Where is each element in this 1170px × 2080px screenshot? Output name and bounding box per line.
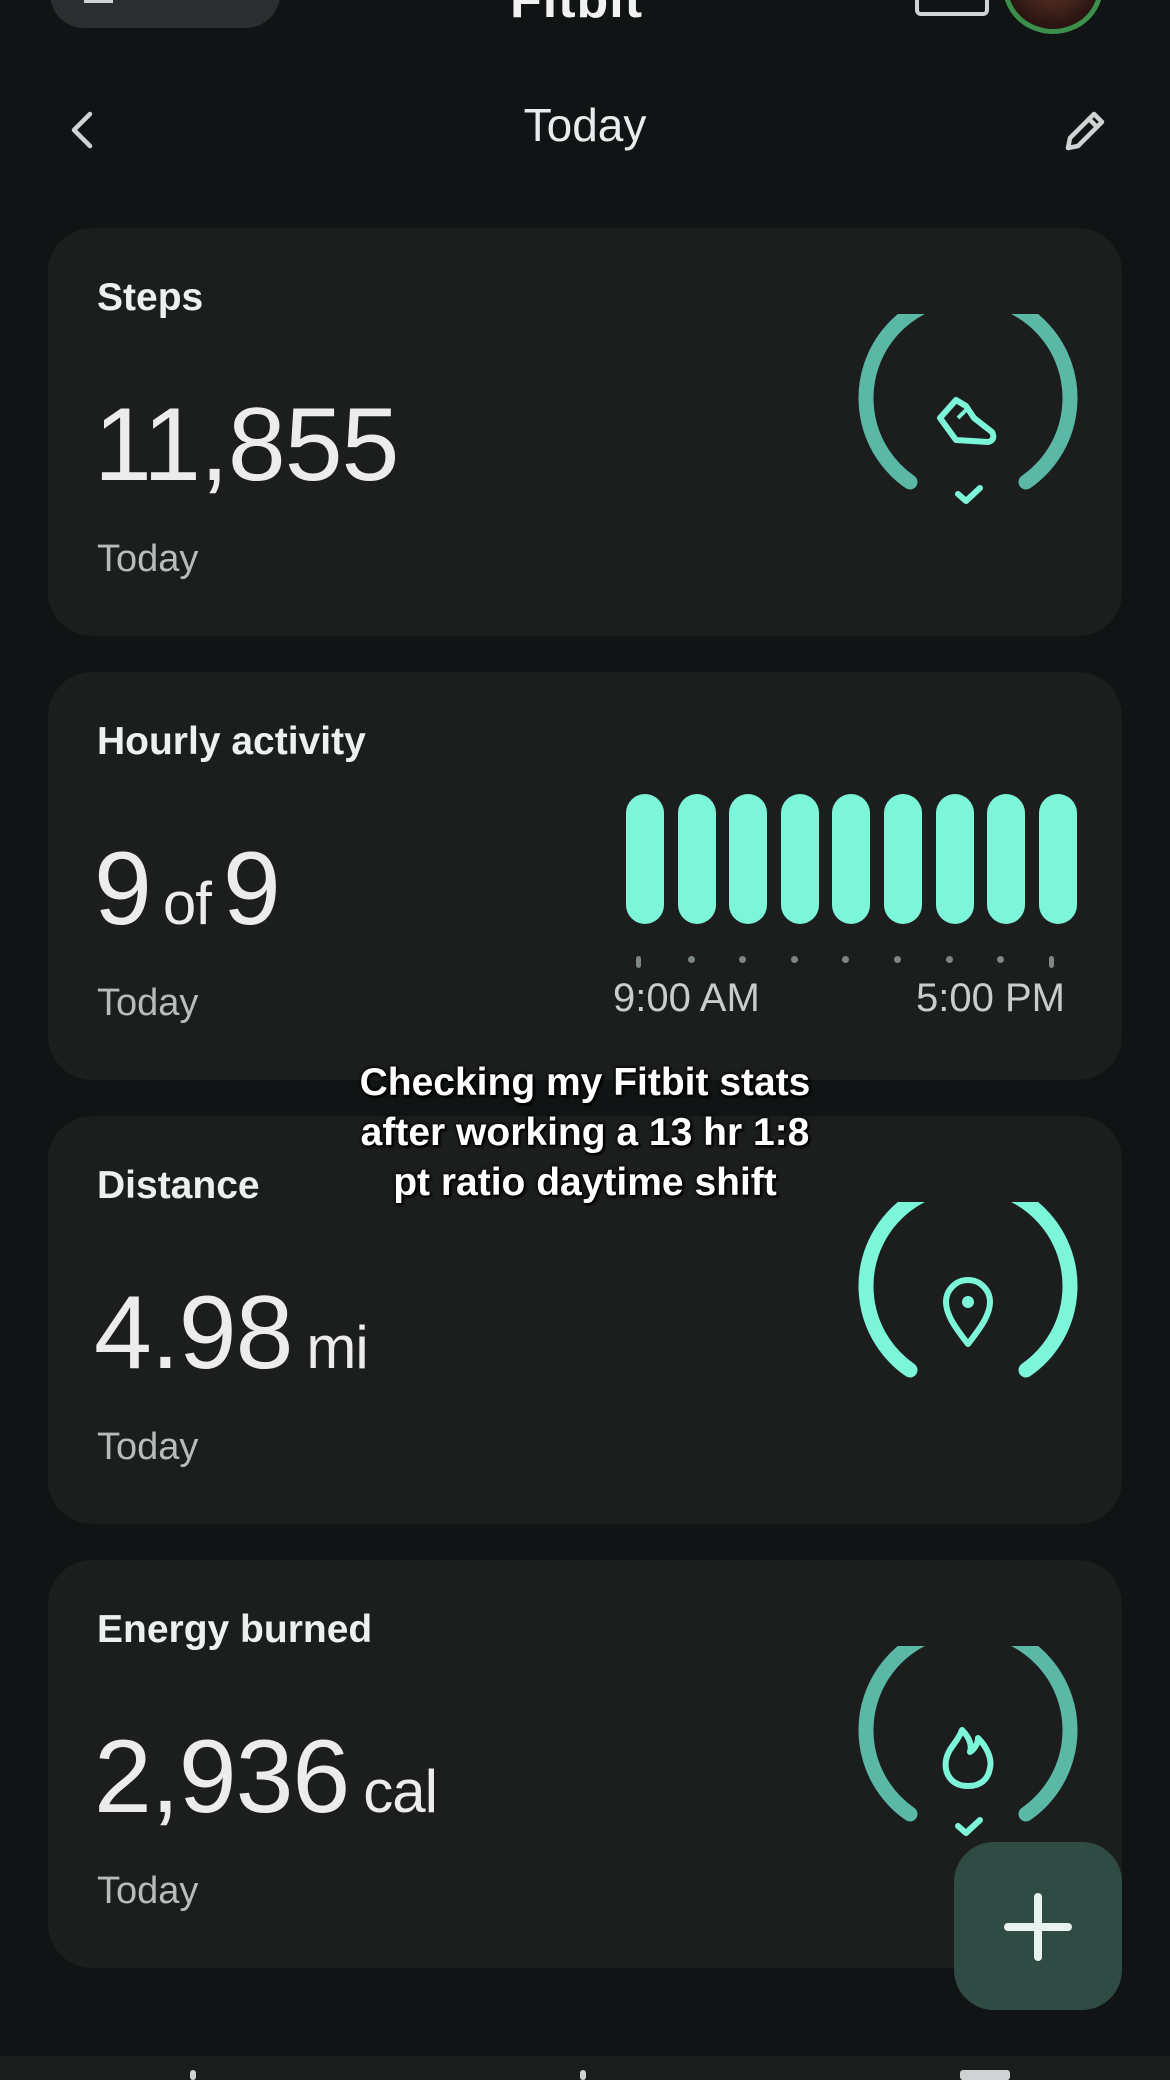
add-button[interactable] (954, 1842, 1122, 2010)
hourly-activity-card[interactable]: Hourly activity 9 of 9 Today 9:00 AM 5:00 … (48, 672, 1122, 1080)
card-subtitle: Today (97, 538, 199, 580)
hour-dot (997, 956, 1005, 963)
hour-bar (729, 794, 768, 924)
card-subtitle: Today (97, 1426, 199, 1468)
page-title: Today (523, 99, 647, 151)
check-icon (955, 1817, 983, 1836)
card-subtitle: Today (97, 982, 199, 1024)
card-subtitle: Today (97, 1870, 199, 1912)
steps-card[interactable]: Steps 11,855 Today (48, 228, 1122, 636)
hourly-bars (618, 794, 1077, 924)
card-title: Steps (97, 276, 204, 319)
distance-progress-ring (858, 1202, 1078, 1378)
steps-value: 11,855 (94, 387, 399, 503)
hour-bar (832, 794, 871, 924)
pencil-icon[interactable] (1060, 104, 1112, 156)
distance-value: 4.98 mi (94, 1275, 369, 1391)
avatar[interactable] (1003, 0, 1103, 34)
hour-dot (842, 956, 850, 963)
flame-icon (942, 1727, 994, 1789)
card-title: Distance (97, 1164, 260, 1207)
pill-icon (84, 0, 113, 3)
messages-icon[interactable] (915, 0, 989, 16)
overlay-caption: Checking my Fitbit stats after working a… (359, 1061, 811, 1204)
location-pin-icon (943, 1277, 993, 1347)
top-pill-button[interactable] (50, 0, 280, 28)
energy-value: 2,936 cal (94, 1719, 438, 1835)
check-icon (955, 485, 983, 504)
time-end-label: 5:00 PM (916, 976, 1065, 1020)
nav-item-you[interactable] (960, 2070, 1010, 2080)
hour-bar (677, 794, 716, 924)
hour-bar (1038, 794, 1077, 924)
card-title: Hourly activity (97, 720, 366, 763)
hour-dot (945, 956, 953, 963)
app-brand: Fitbit (510, 0, 644, 29)
hour-dot (894, 956, 901, 963)
bottom-navigation (0, 2056, 1170, 2080)
hour-bar (884, 794, 922, 924)
steps-progress-ring (858, 314, 1078, 504)
hour-dot (739, 956, 747, 963)
hour-tick (1048, 956, 1054, 968)
hour-bar (935, 794, 974, 924)
hour-bar (626, 794, 664, 924)
hourly-value: 9 of 9 (94, 831, 281, 947)
hour-tick (636, 956, 641, 968)
hour-dot (790, 956, 798, 963)
time-start-label: 9:00 AM (613, 976, 760, 1020)
hour-bar (987, 794, 1026, 924)
hour-bar (780, 794, 819, 924)
nav-item-coach[interactable] (580, 2070, 586, 2080)
nav-item-today[interactable] (190, 2070, 196, 2080)
hour-dot (687, 956, 695, 963)
energy-progress-ring (858, 1646, 1078, 1836)
shoe-icon (937, 397, 997, 445)
hour-ticks (636, 956, 1068, 968)
card-title: Energy burned (97, 1608, 373, 1651)
